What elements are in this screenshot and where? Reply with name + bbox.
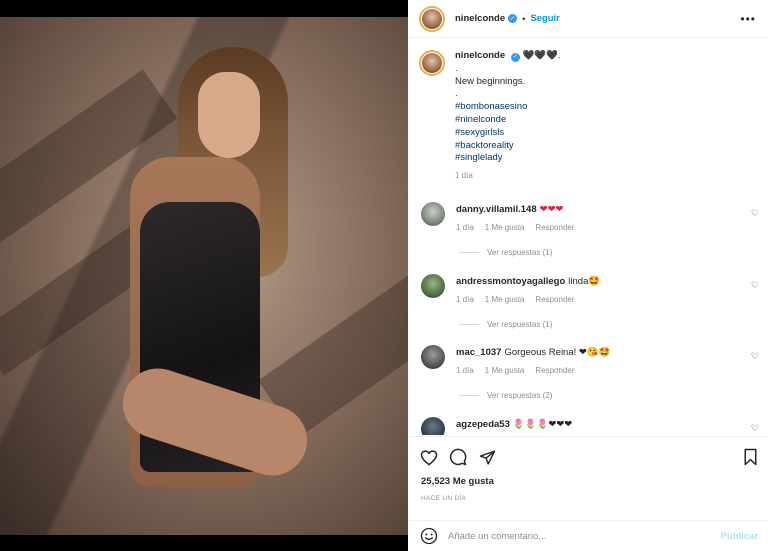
likes-count[interactable]: 25,523 Me gusta <box>421 476 494 487</box>
comment-likes[interactable]: 1 Me gusta <box>485 366 525 375</box>
comment-time: 1 día <box>456 295 474 304</box>
publish-button[interactable]: Publicar <box>721 531 759 542</box>
comments-feed[interactable]: ninelconde ✓ 🖤🖤🖤. . New beginnings. . #b… <box>408 39 768 435</box>
hashtag-link[interactable]: #sexygirlsls <box>455 127 561 140</box>
view-replies-button[interactable]: Ver respuestas (1) <box>459 248 552 257</box>
post-caption: ninelconde ✓ 🖤🖤🖤. . New beginnings. . #b… <box>419 50 749 183</box>
bookmark-icon[interactable] <box>739 446 761 468</box>
reply-button[interactable]: Responder <box>535 366 574 375</box>
commenter-username[interactable]: danny.villamil.148 <box>456 204 537 215</box>
comment-input[interactable] <box>448 530 708 542</box>
commenter-avatar[interactable] <box>421 274 445 298</box>
more-options-icon[interactable]: ••• <box>740 12 756 26</box>
post-photo[interactable] <box>0 17 408 535</box>
hashtag-link[interactable]: #bombonasesino <box>455 101 561 114</box>
caption-hearts: 🖤🖤🖤. <box>522 50 561 61</box>
hashtag-link[interactable]: #backtoreality <box>455 140 561 153</box>
paper-plane-icon[interactable] <box>476 446 498 468</box>
caption-time: 1 día <box>455 171 473 181</box>
reply-button[interactable]: Responder <box>535 295 574 304</box>
like-comment-heart-icon[interactable]: ♡ <box>751 280 759 291</box>
verified-badge-icon: ✓ <box>510 52 520 62</box>
comment-time: 1 día <box>456 366 474 375</box>
commenter-username[interactable]: mac_1037 <box>456 347 501 358</box>
caption-line: New beginnings. <box>455 75 526 87</box>
comment-likes[interactable]: 1 Me gusta <box>485 223 525 232</box>
avatar[interactable] <box>419 5 445 32</box>
caption-username[interactable]: ninelconde <box>455 50 505 61</box>
hashtag-link[interactable]: #singlelady <box>455 152 561 165</box>
caption-avatar[interactable] <box>419 50 445 76</box>
comment-text: Gorgeous Reina! ❤😘🤩 <box>504 347 611 358</box>
like-comment-heart-icon[interactable]: ♡ <box>751 351 759 362</box>
caption-line: . <box>455 88 458 100</box>
commenter-username[interactable]: andressmontoyagallego <box>456 276 565 287</box>
view-replies-label: Ver respuestas (1) <box>487 320 553 329</box>
follow-button[interactable]: Seguir <box>530 13 560 24</box>
view-replies-label: Ver respuestas (1) <box>487 248 553 257</box>
comment-text: linda🤩 <box>568 276 601 287</box>
like-comment-heart-icon[interactable]: ♡ <box>751 423 759 434</box>
separator: • <box>522 13 526 24</box>
view-replies-button[interactable]: Ver respuestas (1) <box>459 320 552 329</box>
comment-text: ❤❤❤ <box>539 204 564 215</box>
commenter-username[interactable]: agzepeda53 <box>456 419 510 430</box>
post-header: ninelconde ✓ • Seguir ••• <box>408 0 768 38</box>
commenter-avatar[interactable] <box>421 345 445 369</box>
smiley-icon[interactable] <box>420 527 438 545</box>
post-sidebar: ninelconde ✓ • Seguir ••• ninelconde ✓ 🖤… <box>408 0 768 551</box>
post-photo-pane <box>0 0 408 551</box>
comment-likes[interactable]: 1 Me gusta <box>485 295 525 304</box>
post-time: HACE UN DÍA <box>421 495 467 502</box>
caption-line: . <box>455 62 458 74</box>
hashtag-link[interactable]: #ninelconde <box>455 114 561 127</box>
post-username[interactable]: ninelconde <box>455 13 505 24</box>
reply-button[interactable]: Responder <box>535 223 574 232</box>
heart-icon[interactable] <box>418 446 440 468</box>
comment-icon[interactable] <box>447 446 469 468</box>
like-comment-heart-icon[interactable]: ♡ <box>751 208 759 219</box>
commenter-avatar[interactable] <box>421 417 445 435</box>
view-replies-label: Ver respuestas (2) <box>487 391 553 400</box>
comment-time: 1 día <box>456 223 474 232</box>
post-actions-bar <box>408 436 768 476</box>
commenter-avatar[interactable] <box>421 202 445 226</box>
add-comment-bar: Publicar <box>408 520 768 551</box>
verified-badge-icon: ✓ <box>508 14 518 23</box>
comment-text: 🌷🌷🌷❤❤❤ <box>512 419 573 430</box>
view-replies-button[interactable]: Ver respuestas (2) <box>459 391 552 400</box>
